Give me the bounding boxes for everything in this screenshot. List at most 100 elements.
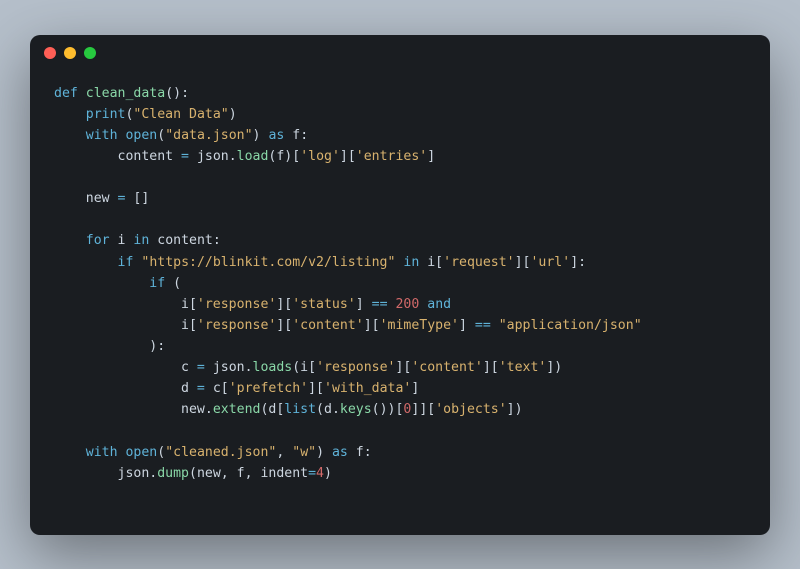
code-token: ( (157, 445, 165, 460)
code-token: f: (284, 128, 308, 143)
maximize-icon[interactable] (84, 47, 96, 59)
code-token: 200 (395, 297, 419, 312)
terminal-window: def clean_data(): print("Clean Data") wi… (30, 35, 770, 535)
code-token: ][ (515, 255, 531, 270)
code-token (54, 276, 149, 291)
code-token: ]) (507, 402, 523, 417)
code-line: with open("cleaned.json", "w") as f: (54, 442, 746, 463)
code-line: def clean_data(): (54, 83, 746, 104)
code-token: ][ (276, 297, 292, 312)
code-token: clean_data (86, 86, 165, 101)
code-token: ( (165, 276, 181, 291)
code-token: = (197, 381, 205, 396)
code-token: 'objects' (435, 402, 506, 417)
code-token: dump (157, 466, 189, 481)
code-token: 'response' (316, 360, 395, 375)
code-line (54, 421, 746, 442)
code-token: 'response' (197, 297, 276, 312)
code-token: as (268, 128, 284, 143)
code-token: new (54, 191, 118, 206)
code-token: (i[ (292, 360, 316, 375)
code-token: load (237, 149, 269, 164)
code-token: ) (229, 107, 237, 122)
code-token: == (372, 297, 388, 312)
code-token: content: (149, 233, 220, 248)
code-token: ][ (483, 360, 499, 375)
code-token: ][ (340, 149, 356, 164)
code-token: ] (356, 297, 372, 312)
code-token: "data.json" (165, 128, 252, 143)
code-line: new.extend(d[list(d.keys())[0]]['objects… (54, 399, 746, 420)
code-line: c = json.loads(i['response']['content'][… (54, 357, 746, 378)
code-token: if (118, 255, 134, 270)
code-token: ) (253, 128, 269, 143)
code-token: in (133, 233, 149, 248)
code-token: = (308, 466, 316, 481)
code-token (78, 86, 86, 101)
code-token: and (427, 297, 451, 312)
code-line: json.dump(new, f, indent=4) (54, 463, 746, 484)
code-token: c (54, 360, 197, 375)
code-token: with (86, 445, 118, 460)
code-token: 4 (316, 466, 324, 481)
code-token: as (332, 445, 348, 460)
code-token: 'content' (292, 318, 363, 333)
code-token: new (54, 402, 205, 417)
code-token: print (86, 107, 126, 122)
code-token: "https://blinkit.com/v2/listing" (141, 255, 395, 270)
code-line: if ( (54, 273, 746, 294)
code-line: ): (54, 336, 746, 357)
code-token: [] (125, 191, 149, 206)
code-line: print("Clean Data") (54, 104, 746, 125)
code-token (54, 445, 86, 460)
minimize-icon[interactable] (64, 47, 76, 59)
code-token: def (54, 86, 78, 101)
code-line: i['response']['content']['mimeType'] == … (54, 315, 746, 336)
code-token: , (276, 445, 292, 460)
code-line: new = [] (54, 188, 746, 209)
code-token: "w" (292, 445, 316, 460)
code-token: open (125, 445, 157, 460)
code-token: for (86, 233, 110, 248)
code-token: list (284, 402, 316, 417)
code-token: ][ (364, 318, 380, 333)
code-token: 'content' (411, 360, 482, 375)
code-token: "Clean Data" (133, 107, 228, 122)
code-token: in (403, 255, 419, 270)
code-token: keys (340, 402, 372, 417)
code-token: (new, f, indent (189, 466, 308, 481)
code-token: ] (411, 381, 419, 396)
code-token: if (149, 276, 165, 291)
code-token: 'status' (292, 297, 356, 312)
code-line: d = c['prefetch']['with_data'] (54, 378, 746, 399)
code-token: . (229, 149, 237, 164)
code-token (54, 255, 118, 270)
code-token: . (332, 402, 340, 417)
code-token: open (125, 128, 157, 143)
code-token: = (181, 149, 189, 164)
code-token: . (205, 402, 213, 417)
code-line: i['response']['status'] == 200 and (54, 294, 746, 315)
code-token: (): (165, 86, 189, 101)
code-token: (d (316, 402, 332, 417)
code-block: def clean_data(): print("Clean Data") wi… (30, 71, 770, 496)
close-icon[interactable] (44, 47, 56, 59)
code-token: i (110, 233, 134, 248)
code-token: 'log' (300, 149, 340, 164)
code-token: ]][ (411, 402, 435, 417)
code-token: ): (54, 339, 165, 354)
code-token: (d[ (260, 402, 284, 417)
code-token: ][ (395, 360, 411, 375)
code-token: ]) (546, 360, 562, 375)
code-token: f: (348, 445, 372, 460)
code-token: json (205, 360, 245, 375)
code-line: if "https://blinkit.com/v2/listing" in i… (54, 252, 746, 273)
code-token: = (197, 360, 205, 375)
code-token: c[ (205, 381, 229, 396)
code-token: ] (427, 149, 435, 164)
code-token: extend (213, 402, 261, 417)
code-token: "application/json" (499, 318, 642, 333)
code-token: 'entries' (356, 149, 427, 164)
code-token: json (189, 149, 229, 164)
code-token: ] (459, 318, 475, 333)
